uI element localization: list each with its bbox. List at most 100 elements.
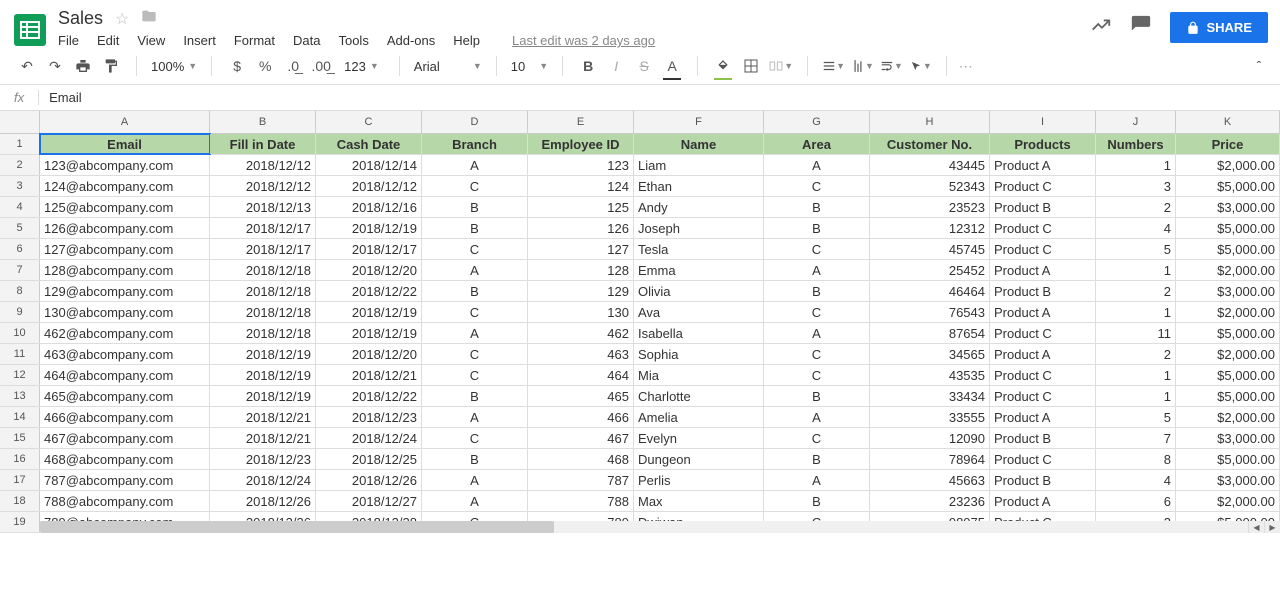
col-header-G[interactable]: G (764, 111, 870, 133)
scroll-right-icon[interactable]: ▶ (1264, 521, 1280, 533)
cell[interactable]: 3 (1096, 176, 1176, 196)
cell[interactable]: 129@abcompany.com (40, 281, 210, 301)
merge-cells-button[interactable]: ▼ (768, 54, 793, 78)
cell[interactable]: Liam (634, 155, 764, 175)
font-size-select[interactable]: 10▼ (505, 59, 554, 74)
row-header[interactable]: 9 (0, 302, 40, 322)
cell[interactable]: 2 (1096, 344, 1176, 364)
cell[interactable]: 12090 (870, 428, 990, 448)
cell[interactable]: C (422, 239, 528, 259)
row-header[interactable]: 5 (0, 218, 40, 238)
cell[interactable]: Product A (990, 407, 1096, 427)
cell[interactable]: 463@abcompany.com (40, 344, 210, 364)
menu-help[interactable]: Help (453, 33, 480, 48)
cell[interactable]: Dungeon (634, 449, 764, 469)
cell[interactable]: A (422, 260, 528, 280)
row-header[interactable]: 14 (0, 407, 40, 427)
cell[interactable]: 43535 (870, 365, 990, 385)
cell[interactable]: 2018/12/22 (316, 386, 422, 406)
cell[interactable]: $2,000.00 (1176, 155, 1280, 175)
cell[interactable]: B (422, 218, 528, 238)
cell[interactable]: 34565 (870, 344, 990, 364)
menu-file[interactable]: File (58, 33, 79, 48)
cell[interactable]: 8 (1096, 449, 1176, 469)
header-cell[interactable]: Name (634, 134, 764, 154)
col-header-B[interactable]: B (210, 111, 316, 133)
cell[interactable]: Charlotte (634, 386, 764, 406)
cell[interactable]: 2018/12/18 (210, 281, 316, 301)
cell[interactable]: 45663 (870, 470, 990, 490)
zoom-select[interactable]: 100%▼ (145, 59, 203, 74)
cell[interactable]: 2018/12/26 (316, 470, 422, 490)
text-rotate-button[interactable]: ▼ (909, 54, 932, 78)
row-header[interactable]: 15 (0, 428, 40, 448)
cell[interactable]: A (422, 491, 528, 511)
cell[interactable]: 1 (1096, 386, 1176, 406)
cell[interactable]: $5,000.00 (1176, 386, 1280, 406)
select-all-corner[interactable] (0, 111, 40, 133)
row-header[interactable]: 4 (0, 197, 40, 217)
text-color-button[interactable]: A (661, 54, 683, 78)
menu-data[interactable]: Data (293, 33, 320, 48)
cell[interactable]: Product C (990, 176, 1096, 196)
cell[interactable]: $5,000.00 (1176, 176, 1280, 196)
cell[interactable]: Emma (634, 260, 764, 280)
cell[interactable]: Product C (990, 449, 1096, 469)
menu-insert[interactable]: Insert (183, 33, 216, 48)
cell[interactable]: 130@abcompany.com (40, 302, 210, 322)
more-formats-select[interactable]: 123▼ (338, 59, 385, 74)
cell[interactable]: 2018/12/18 (210, 302, 316, 322)
cell[interactable]: Product A (990, 260, 1096, 280)
menu-format[interactable]: Format (234, 33, 275, 48)
h-align-button[interactable]: ▼ (822, 54, 845, 78)
cell[interactable]: C (764, 239, 870, 259)
cell[interactable]: C (422, 302, 528, 322)
cell[interactable]: 123 (528, 155, 634, 175)
row-header[interactable]: 6 (0, 239, 40, 259)
cell[interactable]: B (422, 197, 528, 217)
header-cell[interactable]: Products (990, 134, 1096, 154)
cell[interactable]: 462@abcompany.com (40, 323, 210, 343)
cell[interactable]: Product A (990, 302, 1096, 322)
currency-icon[interactable]: $ (226, 54, 248, 78)
fx-icon[interactable]: fx (0, 90, 39, 105)
cell[interactable]: C (422, 176, 528, 196)
cell[interactable]: 787 (528, 470, 634, 490)
cell[interactable]: $2,000.00 (1176, 407, 1280, 427)
strikethrough-button[interactable]: S (633, 54, 655, 78)
more-options-icon[interactable]: ⋯ (955, 54, 977, 78)
cell[interactable]: 1 (1096, 260, 1176, 280)
cell[interactable]: 126@abcompany.com (40, 218, 210, 238)
cell[interactable]: 2018/12/19 (316, 323, 422, 343)
cell[interactable]: 33434 (870, 386, 990, 406)
menu-tools[interactable]: Tools (338, 33, 368, 48)
cell[interactable]: B (764, 386, 870, 406)
paint-format-icon[interactable] (100, 54, 122, 78)
cell[interactable]: 2018/12/12 (210, 176, 316, 196)
cell[interactable]: Product A (990, 344, 1096, 364)
row-header[interactable]: 3 (0, 176, 40, 196)
cell[interactable]: 2018/12/21 (210, 407, 316, 427)
col-header-E[interactable]: E (528, 111, 634, 133)
col-header-I[interactable]: I (990, 111, 1096, 133)
cell[interactable]: 127 (528, 239, 634, 259)
cell[interactable]: 7 (1096, 428, 1176, 448)
row-header[interactable]: 19 (0, 512, 40, 532)
percent-icon[interactable]: % (254, 54, 276, 78)
app-logo[interactable] (12, 8, 48, 48)
header-cell[interactable]: Branch (422, 134, 528, 154)
cell[interactable]: 465@abcompany.com (40, 386, 210, 406)
cell[interactable]: 465 (528, 386, 634, 406)
cell[interactable]: 43445 (870, 155, 990, 175)
cell[interactable]: 2018/12/16 (316, 197, 422, 217)
col-header-F[interactable]: F (634, 111, 764, 133)
cell[interactable]: Product C (990, 218, 1096, 238)
cell[interactable]: 2018/12/19 (316, 218, 422, 238)
header-cell[interactable]: Cash Date (316, 134, 422, 154)
header-cell[interactable]: Numbers (1096, 134, 1176, 154)
cell[interactable]: $5,000.00 (1176, 218, 1280, 238)
col-header-D[interactable]: D (422, 111, 528, 133)
print-icon[interactable] (72, 54, 94, 78)
undo-icon[interactable]: ↶ (16, 54, 38, 78)
cell[interactable]: 1 (1096, 365, 1176, 385)
